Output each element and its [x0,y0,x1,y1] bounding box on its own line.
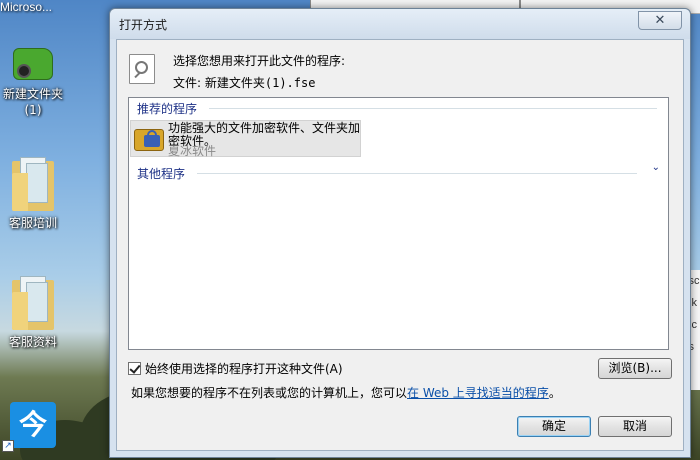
info-text: 如果您想要的程序不在列表或您的计算机上，您可以在 Web 上寻找适当的程序。 [131,386,561,400]
file-info: 文件: 新建文件夹(1).fse [173,74,315,91]
program-list[interactable]: 推荐的程序 功能强大的文件加密软件、文件夹加密软件。 夏冰软件 其他程序 ⌄ [128,97,669,350]
desktop-icon-label: 客服资料 [8,335,57,349]
group-divider [197,173,637,174]
dialog-prompt: 选择您想用来打开此文件的程序: [173,54,346,68]
close-button[interactable]: ✕ [638,11,682,30]
cancel-button[interactable]: 取消 [598,416,672,437]
file-name: 新建文件夹(1).fse [204,76,316,90]
dialog-title: 打开方式 [119,18,168,32]
desktop-icon-new-folder[interactable]: 新建文件夹 (1) [0,42,66,118]
file-label: 文件: [173,76,202,90]
web-search-link[interactable]: 在 Web 上寻找适当的程序 [407,386,549,400]
program-vendor: 夏冰软件 [168,144,217,158]
dialog-content: 选择您想用来打开此文件的程序: 文件: 新建文件夹(1).fse 推荐的程序 功… [116,39,684,451]
chevron-down-icon[interactable]: ⌄ [652,162,660,173]
always-use-label: 始终使用选择的程序打开这种文件(A) [145,362,343,376]
other-programs-header[interactable]: 其他程序 [137,165,185,182]
desktop-icon-training[interactable]: 客服培训 [0,155,66,231]
encrypted-folder-icon [11,42,55,82]
search-document-icon [129,54,155,84]
desktop-icon-materials[interactable]: 客服资料 [0,274,66,350]
desktop-icon-label: 客服培训 [8,216,57,230]
always-use-option[interactable]: 始终使用选择的程序打开这种文件(A) [128,360,343,377]
program-item[interactable]: 功能强大的文件加密软件、文件夹加密软件。 夏冰软件 [130,120,361,157]
ok-button[interactable]: 确定 [517,416,591,437]
open-with-dialog: 打开方式 ✕ 选择您想用来打开此文件的程序: 文件: 新建文件夹(1).fse … [109,8,691,458]
folder-icon [12,274,54,330]
always-use-checkbox[interactable] [128,362,141,375]
browse-button[interactable]: 浏览(B)... [598,358,672,379]
desktop-icon-label: 新建文件夹 (1) [2,87,63,117]
close-icon: ✕ [654,13,666,28]
desktop-icon-label-microsoft[interactable]: Microso... [0,0,70,14]
shortcut-arrow-icon: ↗ [2,440,14,452]
folder-icon [12,155,54,211]
dialog-titlebar[interactable]: 打开方式 ✕ [110,9,690,39]
app-shortcut-icon[interactable]: 今 [10,402,56,448]
encryption-program-icon [134,125,166,153]
recommended-programs-header[interactable]: 推荐的程序 [137,100,197,117]
group-divider [209,108,657,109]
